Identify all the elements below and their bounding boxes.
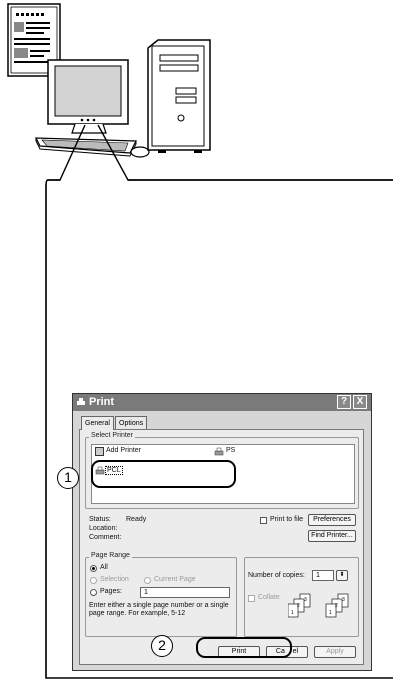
callout-1: 1 xyxy=(57,467,79,489)
selection-radio[interactable] xyxy=(90,577,97,584)
pages-label: Pages: xyxy=(100,588,122,595)
svg-text:1: 1 xyxy=(329,610,332,616)
printer-item-ps[interactable]: PS xyxy=(226,447,235,454)
copies-label: Number of copies: xyxy=(248,572,305,579)
help-button[interactable]: ? xyxy=(337,395,351,409)
dialog-titlebar: Print ? X xyxy=(73,394,371,411)
svg-text:2: 2 xyxy=(335,603,338,609)
location-label: Location: xyxy=(89,525,118,532)
copies-spinner[interactable]: ⬍ xyxy=(336,570,348,581)
pages-input[interactable]: 1 xyxy=(140,587,230,598)
collate-checkbox[interactable] xyxy=(248,595,255,602)
printer-item-add-printer[interactable]: Add Printer xyxy=(106,447,141,454)
keyboard-icon xyxy=(35,137,137,157)
add-printer-icon xyxy=(95,447,104,456)
current-page-radio[interactable] xyxy=(144,577,151,584)
tower-icon xyxy=(147,39,211,153)
print-button-highlight xyxy=(196,637,292,658)
printer-highlight xyxy=(91,460,236,488)
pages-radio[interactable] xyxy=(90,589,97,596)
comment-label: Comment: xyxy=(89,534,122,541)
all-radio[interactable] xyxy=(90,565,97,572)
mouse-icon xyxy=(130,146,150,158)
page-range-label: Page Range xyxy=(89,552,132,559)
svg-text:1: 1 xyxy=(291,610,294,616)
svg-text:2: 2 xyxy=(297,603,300,609)
svg-text:3: 3 xyxy=(304,597,307,603)
printer-ps-icon xyxy=(214,447,224,456)
apply-button[interactable]: Apply xyxy=(314,646,356,658)
page-range-hint-line-1: Enter either a single page number or a s… xyxy=(89,602,229,609)
copies-input[interactable]: 1 xyxy=(312,570,334,581)
current-page-label: Current Page xyxy=(154,576,196,583)
collate-pages-icon: 1 2 3 1 2 3 xyxy=(288,593,349,618)
print-to-file-checkbox[interactable] xyxy=(260,517,267,524)
all-label: All xyxy=(100,564,108,571)
close-button[interactable]: X xyxy=(353,395,367,409)
callout-2: 2 xyxy=(151,635,173,657)
select-printer-label: Select Printer xyxy=(89,432,136,439)
print-dialog: Print ? X General Options Select Printer… xyxy=(72,393,372,671)
status-value: Ready xyxy=(126,516,147,523)
tab-general[interactable]: General xyxy=(81,416,114,430)
dialog-title: Print xyxy=(89,396,115,408)
find-printer-button[interactable]: Find Printer... xyxy=(308,530,356,542)
collate-label: Collate xyxy=(258,594,280,601)
svg-text:3: 3 xyxy=(342,597,345,603)
monitor-icon xyxy=(47,59,129,134)
printer-icon xyxy=(77,398,85,405)
preferences-button[interactable]: Preferences xyxy=(308,514,356,526)
print-to-file-label: Print to file xyxy=(270,516,304,523)
status-label: Status: xyxy=(89,516,111,523)
selection-label: Selection xyxy=(100,576,129,583)
page-range-hint-line-2: page range. For example, 5-12 xyxy=(89,610,186,617)
tab-options[interactable]: Options xyxy=(115,416,148,430)
